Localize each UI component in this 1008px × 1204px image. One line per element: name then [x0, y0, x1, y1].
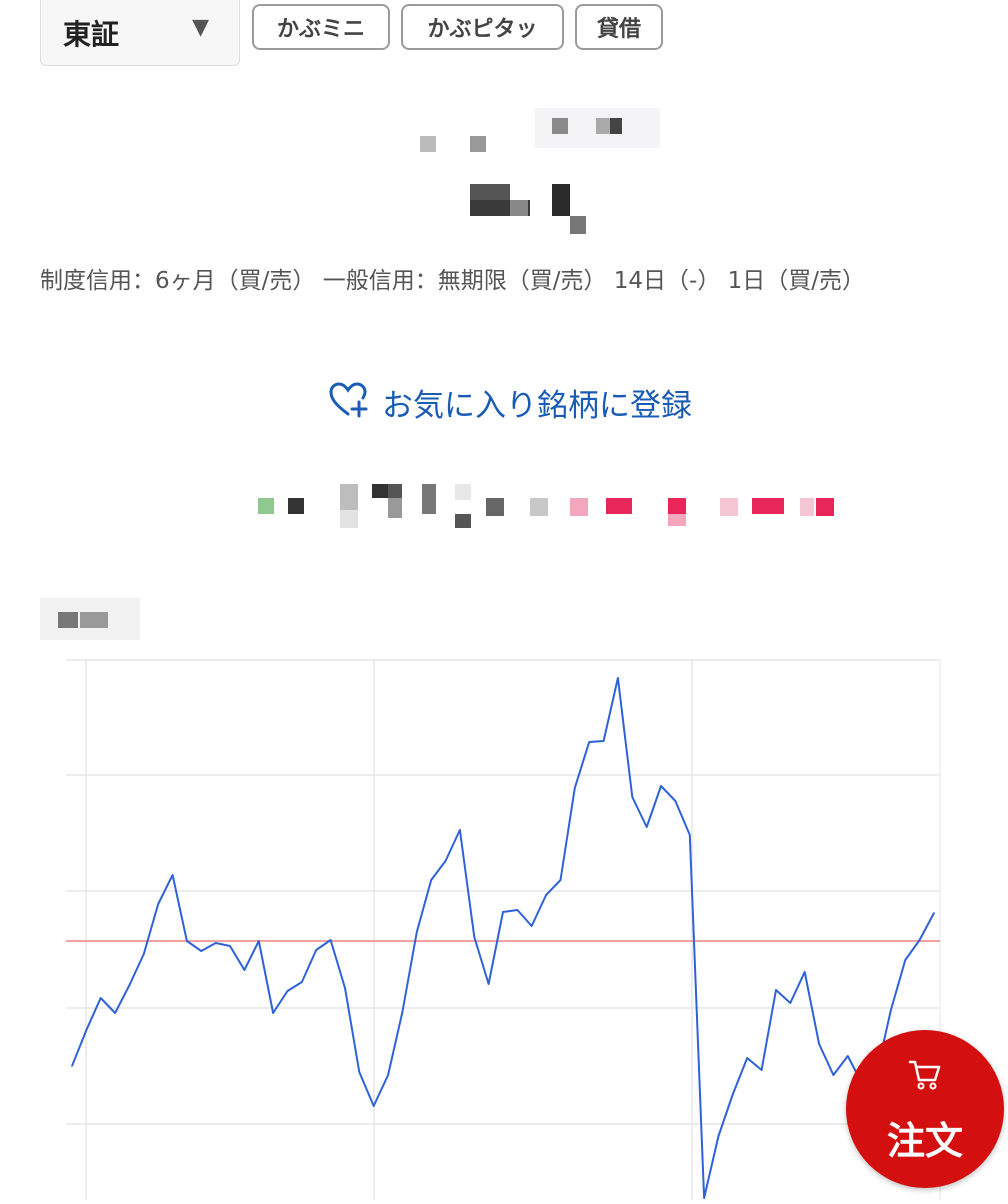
price-point	[229, 945, 231, 947]
price-point	[372, 1105, 375, 1107]
price-point	[286, 990, 289, 992]
order-button[interactable]: 注文	[846, 1030, 1004, 1188]
tag-label: 貸借	[596, 17, 641, 42]
price-point	[559, 879, 562, 881]
price-point	[818, 1043, 820, 1045]
redacted-price-row	[250, 478, 840, 534]
price-line	[71, 677, 935, 1199]
price-point	[329, 939, 332, 941]
price-point	[918, 939, 921, 941]
price-point	[200, 950, 203, 952]
price-point	[803, 971, 806, 973]
add-favorite-label: お気に入り銘柄に登録	[382, 387, 692, 424]
price-point	[516, 909, 519, 911]
redacted-stock-name	[460, 170, 600, 240]
add-favorite-button[interactable]: お気に入り銘柄に登録	[328, 380, 692, 424]
credit-info: 制度信用：6ヶ月（買/売） 一般信用：無期限（買/売） 14日（-） 1日（買/…	[40, 268, 866, 294]
price-point	[703, 1197, 705, 1199]
price-point	[99, 997, 102, 999]
price-point	[487, 983, 490, 985]
tag-label: かぶミニ	[276, 17, 365, 42]
price-point	[186, 940, 188, 942]
price-point	[732, 1093, 734, 1095]
tag-kabumini[interactable]: かぶミニ	[252, 4, 390, 50]
price-point	[904, 959, 907, 961]
exchange-select[interactable]: 東証 ▼	[40, 0, 240, 66]
price-point	[631, 796, 634, 798]
price-point	[530, 925, 533, 927]
price-point	[430, 879, 433, 881]
price-point	[574, 787, 576, 789]
exchange-value: 東証	[63, 18, 120, 51]
tag-label: かぶピタッ	[427, 17, 538, 42]
price-point	[315, 949, 318, 951]
chevron-down-icon: ▼	[192, 15, 209, 40]
price-point	[85, 1029, 88, 1031]
redacted-stock-code	[410, 100, 660, 160]
price-point	[617, 677, 619, 679]
heart-plus-icon	[328, 380, 368, 424]
price-point	[760, 1069, 763, 1071]
price-point	[344, 987, 346, 989]
price-point	[746, 1057, 748, 1059]
price-point	[387, 1074, 389, 1076]
price-point	[645, 826, 648, 828]
price-point	[171, 874, 174, 876]
price-point	[157, 903, 159, 905]
price-point	[689, 834, 691, 836]
price-point	[272, 1012, 274, 1014]
price-point	[459, 829, 461, 831]
price-point	[444, 860, 447, 862]
tag-kabupita[interactable]: かぶピタッ	[401, 4, 564, 50]
tag-taishaku[interactable]: 貸借	[575, 4, 663, 50]
price-point	[660, 785, 662, 787]
price-point	[143, 953, 145, 955]
price-point	[301, 981, 303, 983]
price-point	[717, 1135, 720, 1137]
redacted-chart-label	[40, 598, 140, 640]
price-point	[545, 894, 547, 896]
price-point	[775, 989, 777, 991]
price-point	[890, 1009, 892, 1011]
price-point	[258, 940, 260, 942]
price-point	[674, 800, 677, 802]
price-point	[114, 1012, 116, 1014]
price-point	[847, 1055, 849, 1057]
price-point	[588, 741, 590, 743]
price-point	[502, 911, 504, 913]
price-point	[473, 936, 476, 938]
price-point	[358, 1071, 361, 1073]
price-point	[832, 1074, 835, 1076]
order-label: 注文	[886, 1119, 963, 1163]
price-point	[401, 1011, 404, 1013]
price-point	[128, 984, 131, 986]
cart-icon	[908, 1058, 942, 1096]
price-point	[243, 969, 246, 971]
price-point	[416, 931, 418, 933]
price-point	[602, 740, 605, 742]
price-point	[214, 942, 217, 944]
price-point	[933, 912, 935, 914]
price-point	[71, 1065, 73, 1067]
price-point	[789, 1002, 792, 1004]
